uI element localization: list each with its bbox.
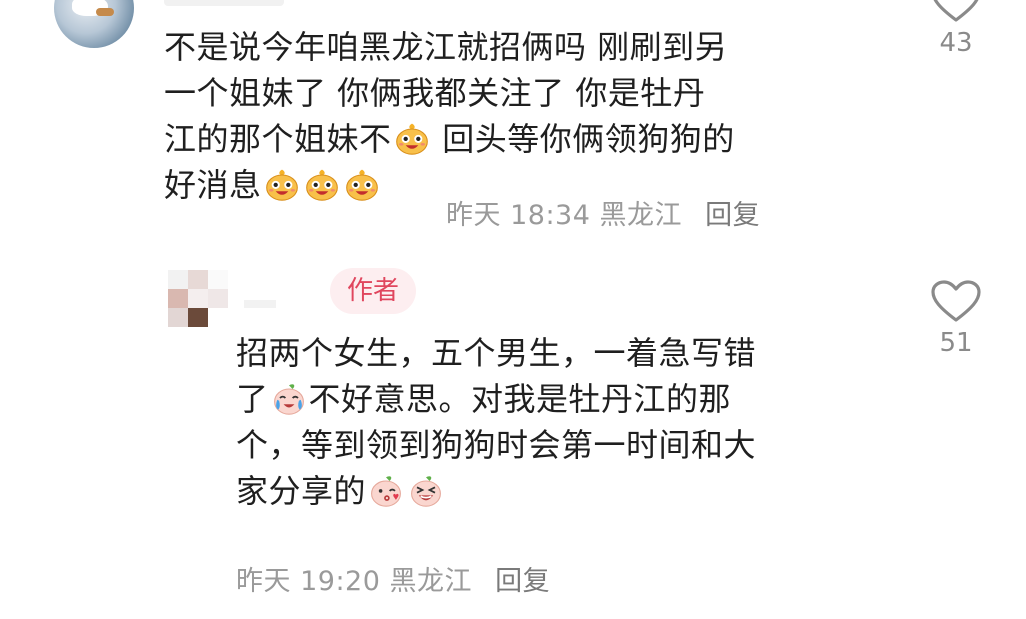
- like-button[interactable]: 43: [926, 0, 986, 58]
- comment-text-line: 招两个女生，五个男生，一着急写错: [236, 334, 757, 372]
- avatar-figure-detail: [96, 8, 114, 16]
- like-count: 51: [939, 328, 973, 358]
- grinning-bun-emoji-icon: [305, 169, 338, 201]
- comment-text: 不是说今年咱黑龙江就招俩吗 刚刷到另 一个姐妹了 你俩我都关注了 你是牡丹 江的…: [164, 24, 864, 208]
- comment-text-line: 了: [236, 380, 269, 418]
- comment-text-line: 不是说今年咱黑龙江就招俩吗 刚刷到另: [164, 28, 728, 66]
- comment-location: 黑龙江: [599, 200, 682, 231]
- heart-outline-icon: [933, 0, 979, 22]
- avatar[interactable]: [168, 270, 228, 327]
- laugh-peach-emoji-icon: [411, 476, 441, 507]
- reply-button[interactable]: 回复: [705, 200, 760, 231]
- comment-text-line: 好消息: [164, 166, 262, 204]
- comment-time: 昨天 19:20: [236, 566, 381, 597]
- comment-location: 黑龙江: [389, 566, 472, 597]
- grinning-bun-emoji-icon: [265, 169, 298, 201]
- comment-text-line: 家分享的: [236, 472, 367, 510]
- like-count: 43: [939, 28, 973, 58]
- grinning-bun-emoji-icon: [345, 169, 378, 201]
- reply-button[interactable]: 回复: [495, 566, 550, 597]
- comment-meta: 昨天 18:34 黑龙江 回复: [446, 193, 760, 232]
- grinning-bun-emoji-icon: [395, 123, 428, 155]
- like-button[interactable]: 51: [926, 280, 986, 358]
- laugh-cry-peach-emoji-icon: [273, 384, 304, 415]
- comment-text-line: 回头等你俩领狗狗的: [431, 120, 735, 158]
- heart-outline-icon: [931, 280, 981, 322]
- comment-text-line: 江的那个姐妹不: [164, 120, 392, 158]
- comment-text-line: 不好意思。对我是牡丹江的那: [308, 380, 732, 418]
- comment-meta: 昨天 19:20 黑龙江 回复: [236, 559, 550, 598]
- username-cropped[interactable]: [164, 0, 284, 6]
- comment-text: 招两个女生，五个男生，一着急写错 了 不好意思。对我是牡丹江的那 个，等到领到狗…: [236, 330, 876, 514]
- comment-text-line: 一个姐妹了 你俩我都关注了 你是牡丹: [164, 74, 706, 112]
- username-blurred[interactable]: [244, 300, 276, 308]
- author-badge: 作者: [330, 268, 416, 314]
- kiss-peach-emoji-icon: [371, 476, 401, 507]
- comment-text-line: 个，等到领到狗狗时会第一时间和大: [236, 426, 757, 464]
- avatar[interactable]: [54, 0, 134, 48]
- comment-time: 昨天 18:34: [446, 200, 591, 231]
